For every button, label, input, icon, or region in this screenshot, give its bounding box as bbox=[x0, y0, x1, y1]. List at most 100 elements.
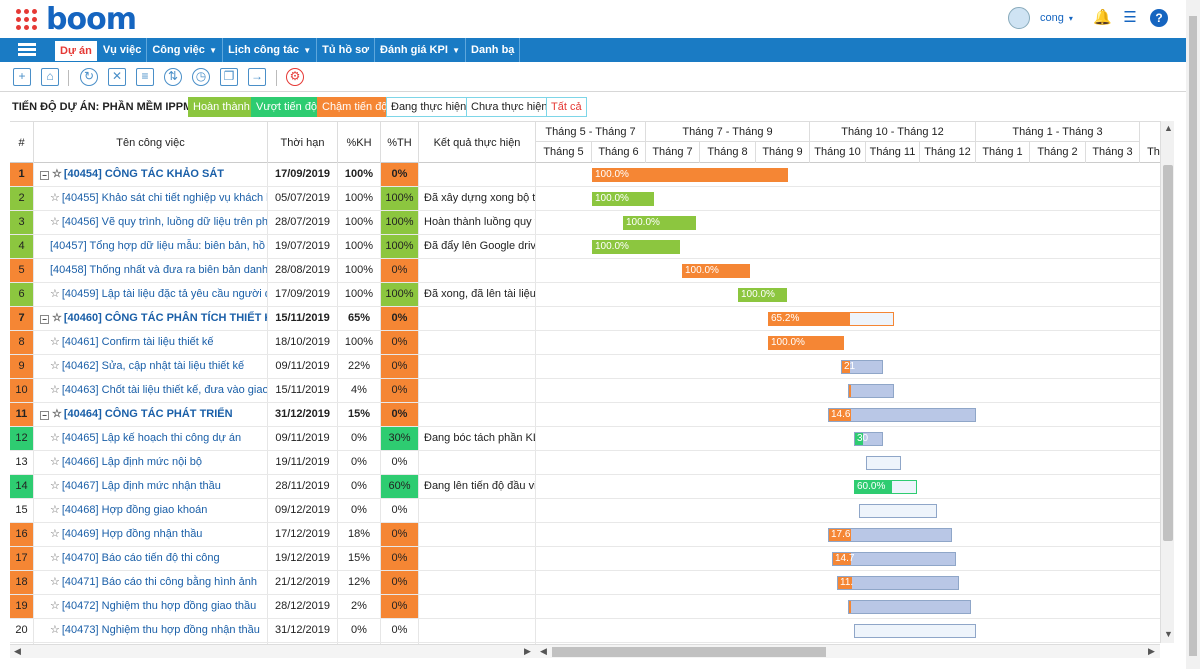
table-row[interactable]: 6 ☆ [40459] Lập tài liệu đặc tả yêu cầu ng… bbox=[10, 283, 1172, 307]
task-name-cell[interactable]: ☆ [40468] Hợp đồng giao khoán bbox=[34, 499, 268, 522]
task-name-link[interactable]: [40455] Khảo sát chi tiết nghiệp vụ khác… bbox=[62, 192, 267, 204]
collapse-toggle-icon[interactable]: − bbox=[40, 171, 49, 180]
gantt-bar[interactable] bbox=[859, 504, 937, 518]
star-icon[interactable]: ☆ bbox=[50, 600, 60, 612]
scroll-up-icon[interactable]: ▲ bbox=[1164, 123, 1173, 133]
gantt-bar[interactable] bbox=[848, 384, 894, 398]
task-name-link[interactable]: [40464] CÔNG TÁC PHÁT TRIỂN bbox=[64, 408, 233, 420]
gantt-bar[interactable]: 100.0% bbox=[592, 168, 788, 182]
scroll-thumb[interactable] bbox=[1163, 165, 1173, 541]
gantt-bar[interactable]: 100.0% bbox=[768, 336, 844, 350]
task-name-link[interactable]: [40454] CÔNG TÁC KHẢO SÁT bbox=[64, 168, 224, 180]
star-icon[interactable]: ☆ bbox=[50, 456, 60, 468]
status-chip-0[interactable]: Hoàn thành bbox=[188, 97, 255, 117]
task-name-cell[interactable]: ☆ [40456] Vẽ quy trình, luồng dữ liệu trê… bbox=[34, 211, 268, 234]
status-chip-4[interactable]: Chưa thực hiện bbox=[466, 97, 553, 117]
task-name-link[interactable]: [40462] Sửa, cập nhật tài liệu thiết kế bbox=[62, 360, 244, 372]
collapse-toggle-icon[interactable]: − bbox=[40, 315, 49, 324]
settings-gear-icon[interactable]: ⚙ bbox=[286, 68, 304, 86]
gantt-bar[interactable]: 11. bbox=[837, 576, 959, 590]
page-scrollbar[interactable] bbox=[1186, 0, 1200, 669]
gantt-bar[interactable]: 60.0% bbox=[854, 480, 917, 494]
table-row[interactable]: 12 ☆ [40465] Lập kế hoạch thi công dự án 09… bbox=[10, 427, 1172, 451]
scroll-right-icon[interactable]: ▶ bbox=[524, 646, 531, 657]
app-logo[interactable]: boom bbox=[46, 2, 137, 37]
status-chip-1[interactable]: Vượt tiến độ bbox=[251, 97, 323, 117]
task-name-cell[interactable]: ☆ [40463] Chốt tài liệu thiết kế, đưa vào… bbox=[34, 379, 268, 402]
star-icon[interactable]: ☆ bbox=[50, 192, 60, 204]
task-name-cell[interactable]: ☆ [40467] Lập định mức nhận thầu bbox=[34, 475, 268, 498]
task-name-link[interactable]: [40463] Chốt tài liệu thiết kế, đưa vào … bbox=[62, 384, 267, 396]
star-icon[interactable]: ☆ bbox=[50, 624, 60, 636]
gantt-bar[interactable]: 30 bbox=[854, 432, 883, 446]
menu-item-4[interactable]: Tủ hồ sơ bbox=[317, 38, 376, 62]
task-name-link[interactable]: [40466] Lập định mức nội bộ bbox=[62, 456, 202, 468]
star-icon[interactable]: ☆ bbox=[52, 408, 62, 420]
task-name-link[interactable]: [40457] Tổng hợp dữ liệu mẫu: biên bản, … bbox=[50, 240, 267, 252]
col-deadline-header[interactable]: Thời hạn bbox=[268, 122, 338, 163]
report-icon[interactable]: ≡ bbox=[136, 68, 154, 86]
task-name-link[interactable]: [40468] Hợp đồng giao khoán bbox=[62, 504, 207, 516]
star-icon[interactable]: ☆ bbox=[52, 168, 62, 180]
col-kh-header[interactable]: %KH bbox=[338, 122, 381, 163]
star-icon[interactable]: ☆ bbox=[50, 480, 60, 492]
task-name-cell[interactable]: ☆ [40462] Sửa, cập nhật tài liệu thiết kế bbox=[34, 355, 268, 378]
task-name-link[interactable]: [40460] CÔNG TÁC PHÂN TÍCH THIẾT KẾ bbox=[64, 312, 267, 324]
star-icon[interactable]: ☆ bbox=[52, 312, 62, 324]
task-name-cell[interactable]: ☆ [40455] Khảo sát chi tiết nghiệp vụ khá… bbox=[34, 187, 268, 210]
task-name-link[interactable]: [40458] Thống nhất và đưa ra biên bản da… bbox=[50, 264, 267, 276]
task-name-cell[interactable]: ☆ [40473] Nghiệm thu hợp đồng nhận thầu bbox=[34, 619, 268, 642]
menu-item-3[interactable]: Lịch công tác ▼ bbox=[223, 38, 318, 62]
copy-icon[interactable]: ❐ bbox=[220, 68, 238, 86]
task-name-link[interactable]: [40467] Lập định mức nhận thầu bbox=[62, 480, 221, 492]
scroll-thumb[interactable] bbox=[1189, 16, 1197, 656]
gantt-bar[interactable]: 100.0% bbox=[738, 288, 787, 302]
star-icon[interactable]: ☆ bbox=[50, 360, 60, 372]
col-result-header[interactable]: Kết quả thực hiện bbox=[419, 122, 536, 163]
gantt-bar[interactable] bbox=[854, 624, 976, 638]
table-row[interactable]: 10 ☆ [40463] Chốt tài liệu thiết kế, đưa v… bbox=[10, 379, 1172, 403]
gantt-bar[interactable]: 100.0% bbox=[592, 192, 654, 206]
add-icon[interactable]: + bbox=[13, 68, 31, 86]
menu-item-6[interactable]: Danh bạ bbox=[466, 38, 521, 62]
home-up-icon[interactable]: ⌂ bbox=[41, 68, 59, 86]
history-icon[interactable]: ◷ bbox=[192, 68, 210, 86]
star-icon[interactable]: ☆ bbox=[50, 432, 60, 444]
scroll-down-icon[interactable]: ▼ bbox=[1164, 629, 1173, 639]
table-row[interactable]: 8 ☆ [40461] Confirm tài liệu thiết kế 18/10… bbox=[10, 331, 1172, 355]
scroll-right-icon[interactable]: ▶ bbox=[1148, 646, 1155, 657]
user-menu[interactable]: cong ▾ bbox=[1040, 12, 1073, 24]
scroll-left-icon[interactable]: ◀ bbox=[540, 646, 547, 657]
task-name-link[interactable]: [40461] Confirm tài liệu thiết kế bbox=[62, 336, 214, 348]
refresh-icon[interactable]: ↻ bbox=[80, 68, 98, 86]
star-icon[interactable]: ☆ bbox=[50, 336, 60, 348]
table-row[interactable]: 19 ☆ [40472] Nghiệm thu hợp đồng giao thầu… bbox=[10, 595, 1172, 619]
scroll-left-icon[interactable]: ◀ bbox=[14, 646, 21, 657]
task-name-cell[interactable]: ☆ [40461] Confirm tài liệu thiết kế bbox=[34, 331, 268, 354]
gantt-bar[interactable]: 100.0% bbox=[682, 264, 750, 278]
task-name-cell[interactable]: ☆ [40471] Báo cáo thi công bằng hình ảnh bbox=[34, 571, 268, 594]
table-row[interactable]: 3 ☆ [40456] Vẽ quy trình, luồng dữ liệu tr… bbox=[10, 211, 1172, 235]
table-row[interactable]: 5 [40458] Thống nhất và đưa ra biên bản d… bbox=[10, 259, 1172, 283]
app-grid-icon[interactable] bbox=[16, 9, 38, 31]
gantt-bar[interactable]: 65.2% bbox=[768, 312, 894, 326]
gantt-bar[interactable]: 14.6 bbox=[828, 408, 976, 422]
table-row[interactable]: 14 ☆ [40467] Lập định mức nhận thầu 28/11/2… bbox=[10, 475, 1172, 499]
col-name-header[interactable]: Tên công việc bbox=[34, 122, 268, 163]
star-icon[interactable]: ☆ bbox=[50, 552, 60, 564]
task-name-link[interactable]: [40456] Vẽ quy trình, luồng dữ liệu trên… bbox=[62, 216, 267, 228]
task-name-cell[interactable]: ☆ [40469] Hợp đồng nhận thầu bbox=[34, 523, 268, 546]
table-row[interactable]: 13 ☆ [40466] Lập định mức nội bộ 19/11/2019… bbox=[10, 451, 1172, 475]
table-row[interactable]: 18 ☆ [40471] Báo cáo thi công bằng hình ản… bbox=[10, 571, 1172, 595]
gantt-bar[interactable]: 100.0% bbox=[623, 216, 696, 230]
status-chip-3[interactable]: Đang thực hiện bbox=[386, 97, 472, 117]
task-name-cell[interactable]: ☆ [40472] Nghiệm thu hợp đồng giao thầu bbox=[34, 595, 268, 618]
star-icon[interactable]: ☆ bbox=[50, 528, 60, 540]
menu-toggle-icon[interactable] bbox=[18, 43, 36, 57]
col-th-header[interactable]: %TH bbox=[381, 122, 419, 163]
task-name-link[interactable]: [40469] Hợp đồng nhận thầu bbox=[62, 528, 203, 540]
checklist-icon[interactable]: ☰ bbox=[1121, 9, 1139, 27]
table-row[interactable]: 2 ☆ [40455] Khảo sát chi tiết nghiệp vụ kh… bbox=[10, 187, 1172, 211]
user-avatar[interactable] bbox=[1008, 7, 1030, 29]
grid-vertical-scrollbar[interactable]: ▲ ▼ bbox=[1160, 121, 1174, 643]
